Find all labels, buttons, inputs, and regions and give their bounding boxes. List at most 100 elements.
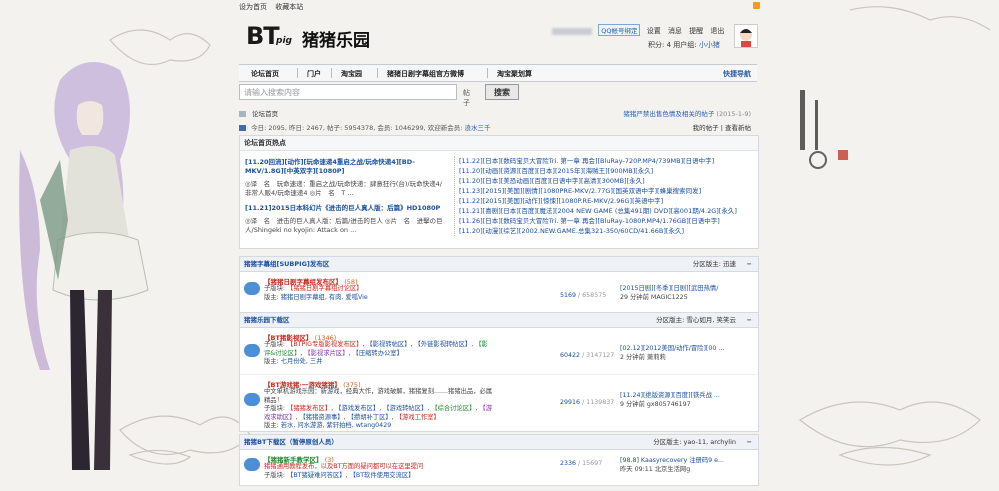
last-post-meta: 昨天 09:11 北京生活网g [620,466,691,473]
subforum-link[interactable]: 【攒胡补丁区】 [348,414,392,421]
section-header: 猪猪乐园下载区 分区版主: 雪心如月, 笑笑云 − [240,313,758,328]
last-post-link[interactable]: [02.12][2012美国/动作/冒险][00 ... [620,344,752,353]
post-count: / 1139837 [582,399,615,406]
bookmark-link[interactable]: 收藏本站 [275,3,303,11]
logo-bt-text: BT [246,22,280,50]
moderator-names[interactable]: 猪猪日剧字幕组, 有肉, 爱呱Vie [281,294,368,301]
avatar[interactable] [734,24,758,48]
forum-subforums: 中文单机游戏乐园：新游戏，经典大作，游戏破解，猪猪复刻.......猪猪出品，必… [264,388,493,429]
my-posts-link[interactable]: 我的帖子 [693,124,719,132]
subforum-link[interactable]: 【BTPIG专版影视发布区】 [287,341,362,348]
home-icon[interactable] [239,111,246,117]
section-title[interactable]: 猪猪乐园下载区 [244,316,290,324]
section-moderators: 分区版主: yao-11, archylin [653,435,736,449]
moderator-names[interactable]: 若水, 问水游游, 紫轩拍档, wtang0429 [281,422,391,429]
subforum-link[interactable]: 【游戏发布区】 [335,405,379,412]
set-homepage-link[interactable]: 设为首页 [239,3,267,11]
subforum-link[interactable]: 【影视求片区】 [304,350,348,357]
hot-featured-title[interactable]: [11.20回流][动作][玩命速递4重启之战/玩命快递4][BD-MKV/1.… [245,158,445,176]
today-count: 2095 [268,124,285,132]
qq-bind-button[interactable]: QQ帐号绑定 [598,24,641,36]
mod-names[interactable]: yao-11, archylin [684,438,736,446]
forum-subforums: 子版块: 【猪猪日剧字幕组讨论区】 版主: 猪猪日剧字幕组, 有肉, 爱呱Vie [264,285,494,302]
nav-weibo[interactable]: 猪猪日剧字幕组官方微博 [387,69,464,79]
subforum-link[interactable]: 【外链影视转帖区】 [415,341,472,348]
announcement[interactable]: 猪猪严禁出售色情及相关的帖子 (2015-1-9) [623,108,751,118]
rss-icon[interactable] [753,2,760,9]
usergroup-value[interactable]: 小小猪 [699,41,720,49]
character-illustration [19,62,149,470]
announcement-text[interactable]: 猪猪严禁出售色情及相关的帖子 [623,110,714,118]
members-count: 1046299 [394,124,424,132]
subforum-link[interactable]: 【BT软件使用交流区】 [350,472,415,479]
hot-link[interactable]: [11.20][日本][美恐动画][百度][日语中字][高清][300MB][永… [459,176,759,186]
subforum-link[interactable]: 【猪猪资源事】 [300,414,344,421]
section-title[interactable]: 猪猪字幕组[SUBPIG]发布区 [244,260,329,268]
collapse-icon[interactable]: − [747,435,752,449]
breadcrumb-current[interactable]: 论坛首页 [252,110,278,118]
subforum-link[interactable]: 【猪猪发布区】 [287,405,331,412]
hot-topics-title: 论坛首页热点 [240,136,758,151]
nav-forum-home[interactable]: 论坛首页 [251,69,279,79]
hot-featured-item: [11.21]2015日本科幻片《进击的巨人真人版：后篇》HD1080P ◎译 … [245,204,445,235]
last-post-link[interactable]: [11.24][绝版资源][百度][铁兵战 ... [620,391,752,400]
forum-stats: 今日: 2095, 昨日: 2467, 帖子: 5954378, 会员: 104… [239,122,757,132]
hot-link[interactable]: [11.22][2015][美国][动作][惊悚][1080P.RE-MKV/2… [459,196,759,206]
hot-featured-title[interactable]: [11.21]2015日本科幻片《进击的巨人真人版：后篇》HD1080P [245,204,445,213]
subforum-link[interactable]: 【压缩转办公室】 [353,350,403,357]
moderator-label: 版主: [264,293,279,301]
mod-names[interactable]: 雪心如月, 笑笑云 [686,316,736,324]
section-header: 猪猪BT下载区（暂停原创人员） 分区版主: yao-11, archylin − [240,435,758,450]
messages-link[interactable]: 消息 [668,27,682,35]
points-text[interactable]: 积分: 4 [648,41,671,49]
forum-row: 【猪猪日剧字幕组发布区】 (58) 子版块: 【猪猪日剧字幕组讨论区】 版主: … [240,272,758,313]
nav-juhuasuan[interactable]: 淘宝聚划算 [497,69,532,79]
post-count: / 3147127 [582,352,615,359]
last-post-link[interactable]: [98.8] Kaasyrecovery 注册码9 e... [620,456,752,465]
mod-names[interactable]: 迅速 [723,260,736,268]
forum-subforums: 子版块: 【BTPIG专版影视发布区】, 【影视转帖区】, 【外链影视转帖区】,… [264,341,488,365]
thread-count: 29916 [560,399,581,406]
search-type-select[interactable]: 帖子 [463,88,470,108]
subforum-label: 子版块: [264,285,286,292]
forum-counts: 60422 / 3147127 [560,352,614,359]
username-blurred[interactable] [552,27,592,35]
hot-link[interactable]: [11.23][2015][美国][剧情][1080PRE-MKV/2.77G]… [459,186,759,196]
last-post-link[interactable]: [2015日剧][冬季][日剧][武田热情/ [620,284,752,293]
avatar-face-icon [740,29,752,47]
search-input[interactable]: 请输入搜索内容 [239,84,457,100]
subforum-link[interactable]: 【猪猪日剧字幕组讨论区】 [287,285,363,292]
collapse-icon[interactable]: − [747,313,752,327]
notifications-link[interactable]: 提醒 [689,27,703,35]
quick-nav-link[interactable]: 快捷导航 [723,69,751,79]
hot-featured-item: [11.20回流][动作][玩命速递4重启之战/玩命快递4][BD-MKV/1.… [245,158,445,198]
new-posts-link[interactable]: 查看新帖 [725,124,751,132]
site-logo[interactable]: BT pig 猪猪乐园 [242,18,382,56]
forum-bubble-icon [244,393,260,406]
hot-link-list: [11.22][日本][数码宝贝大冒险Tri. 第一章 再会][BluRay-7… [454,156,759,236]
moderator-names[interactable]: 七月份处, 三井 [281,358,323,365]
hot-link[interactable]: [11.22][日本][数码宝贝大冒险Tri. 第一章 再会][BluRay-7… [459,156,759,166]
post-count: / 15697 [578,460,603,467]
newest-member-link[interactable]: 浪水三千 [465,124,491,132]
members-label: 会员: [377,124,393,132]
subforum-link[interactable]: 【影视转帖区】 [366,341,410,348]
mod-label: 分区版主: [656,316,685,324]
settings-link[interactable]: 设置 [647,27,661,35]
search-button[interactable]: 搜索 [485,84,519,100]
nav-portal[interactable]: 门户 [307,69,321,79]
hot-link[interactable]: [11.20][动漫][综艺][2002.NEW.GAME.总集321-350/… [459,226,759,236]
collapse-icon[interactable]: − [747,257,752,271]
subforum-link[interactable]: 【综合讨论区】 [431,405,475,412]
hot-link[interactable]: [11.21][喜剧][日本][百度][魔法][2004 NEW GAME (总… [459,206,759,216]
hot-link[interactable]: [11.20][动画][资源][百度][日本][2015年][海贼王][900M… [459,166,759,176]
subforum-link[interactable]: 【游戏转帖区】 [383,405,427,412]
logout-link[interactable]: 退出 [710,27,724,35]
moderator-label: 版主: [264,422,279,429]
subforum-link[interactable]: 【BT猪疑难问答区】 [287,472,346,479]
subforum-link[interactable]: 【游戏工作室】 [396,414,440,421]
nav-taobao[interactable]: 淘宝园 [341,69,362,79]
hot-link[interactable]: [11.26][日本][数码宝贝大冒险Tri. 第一章 再会][BluRay-1… [459,216,759,226]
main-nav: 论坛首页 门户 淘宝园 猪猪日剧字幕组官方微博 淘宝聚划算 快捷导航 [239,64,757,82]
section-title[interactable]: 猪猪BT下载区（暂停原创人员） [244,438,338,446]
